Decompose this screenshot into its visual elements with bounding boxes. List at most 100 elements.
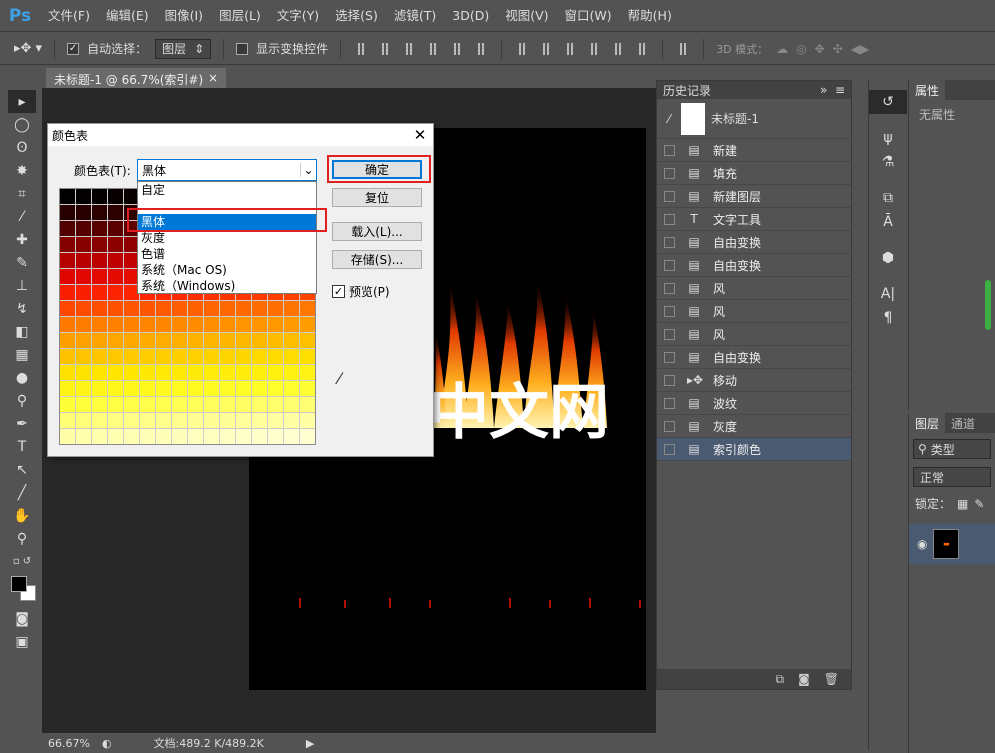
history-checkbox[interactable] — [664, 397, 675, 409]
zoom-tool-icon[interactable]: ⚲ — [8, 527, 36, 550]
menu-file[interactable]: 文件(F) — [40, 0, 98, 32]
color-swatch[interactable] — [76, 333, 91, 348]
history-row[interactable]: ▤ 风 — [657, 277, 851, 300]
tab-channels[interactable]: 通道 — [945, 413, 981, 433]
camera-icon[interactable]: ◙ — [798, 672, 810, 686]
color-swatch[interactable] — [188, 381, 203, 396]
color-swatch[interactable] — [60, 285, 75, 300]
history-row[interactable]: ▤ 风 — [657, 300, 851, 323]
color-swatch[interactable] — [204, 381, 219, 396]
color-swatch[interactable] — [252, 381, 267, 396]
roll-3d-icon[interactable]: ◎ — [796, 42, 806, 56]
menu-edit[interactable]: 编辑(E) — [98, 0, 157, 32]
history-checkbox[interactable] — [664, 167, 675, 179]
history-panel-icon[interactable]: ↺ — [869, 90, 907, 114]
color-swatch[interactable] — [268, 333, 283, 348]
history-row[interactable]: ▤ 索引颜色 — [657, 438, 851, 461]
color-swatch[interactable] — [188, 301, 203, 316]
color-swatch[interactable] — [108, 381, 123, 396]
save-button[interactable]: 存储(S)... — [332, 250, 422, 269]
color-swatch[interactable] — [268, 301, 283, 316]
history-checkbox[interactable] — [664, 374, 675, 386]
eyedropper-icon[interactable]: ⁄ — [338, 369, 341, 388]
color-swatch[interactable] — [284, 333, 299, 348]
color-swatch[interactable] — [124, 413, 139, 428]
color-swatch[interactable] — [204, 429, 219, 444]
option-system-mac[interactable]: 系统（Mac OS) — [138, 262, 316, 278]
color-swatch[interactable] — [268, 381, 283, 396]
color-swatch[interactable] — [108, 349, 123, 364]
history-row[interactable]: ▤ 填充 — [657, 162, 851, 185]
color-swatch[interactable] — [92, 285, 107, 300]
brush-tool-icon[interactable]: ✎ — [8, 251, 36, 274]
color-swatch[interactable] — [76, 205, 91, 220]
color-swatch[interactable] — [300, 349, 315, 364]
color-swatch[interactable] — [284, 317, 299, 332]
color-swatch[interactable] — [140, 413, 155, 428]
distribute-top-icon[interactable] — [514, 42, 530, 56]
color-swatch[interactable] — [124, 381, 139, 396]
option-grayscale[interactable]: 灰度 — [138, 230, 316, 246]
color-swatch[interactable] — [124, 349, 139, 364]
color-swatch[interactable] — [252, 429, 267, 444]
color-swatch[interactable] — [108, 205, 123, 220]
color-swatch[interactable] — [204, 301, 219, 316]
color-swatch[interactable] — [188, 413, 203, 428]
color-swatch[interactable] — [188, 365, 203, 380]
color-swatch[interactable] — [284, 429, 299, 444]
gradient-tool-icon[interactable]: ▦ — [8, 343, 36, 366]
color-swatch[interactable] — [236, 381, 251, 396]
properties-tab[interactable]: 属性 — [909, 80, 946, 100]
type-tool-icon[interactable]: T — [8, 435, 36, 458]
color-swatch[interactable] — [76, 237, 91, 252]
color-swatch[interactable] — [220, 333, 235, 348]
color-swatch[interactable] — [156, 381, 171, 396]
layer-row[interactable]: ◉ ▬ — [909, 524, 995, 564]
color-swatch[interactable] — [284, 349, 299, 364]
color-swatch[interactable] — [220, 301, 235, 316]
close-icon[interactable]: ✕ — [407, 126, 433, 144]
healing-brush-icon[interactable]: ✚ — [8, 228, 36, 251]
brush-panel-icon[interactable]: ψ — [869, 126, 907, 150]
trash-icon[interactable]: 🗑 — [824, 672, 839, 686]
color-swatch[interactable] — [156, 317, 171, 332]
pen-tool-icon[interactable]: ✒ — [8, 412, 36, 435]
color-swatch[interactable] — [236, 397, 251, 412]
color-swatch[interactable] — [188, 429, 203, 444]
hand-tool-icon[interactable]: ✋ — [8, 504, 36, 527]
color-swatch[interactable] — [220, 413, 235, 428]
color-swatch[interactable] — [236, 365, 251, 380]
menu-help[interactable]: 帮助(H) — [620, 0, 680, 32]
color-swatch[interactable] — [140, 381, 155, 396]
blend-mode-select[interactable]: 正常 — [913, 467, 991, 487]
align-top-icon[interactable] — [353, 42, 369, 56]
color-swatch[interactable] — [60, 381, 75, 396]
color-swatch[interactable] — [108, 285, 123, 300]
preview-option[interactable]: ✓ 预览(P) — [332, 283, 390, 300]
layer-filter[interactable]: ⚲ 类型 — [913, 439, 991, 459]
preview-checkbox[interactable]: ✓ — [332, 285, 345, 298]
color-swatch[interactable] — [172, 429, 187, 444]
color-swatch[interactable] — [92, 397, 107, 412]
reset-button[interactable]: 复位 — [332, 188, 422, 207]
history-row[interactable]: ▤ 风 — [657, 323, 851, 346]
align-bottom-icon[interactable] — [401, 42, 417, 56]
color-swatch[interactable] — [220, 397, 235, 412]
color-swatch[interactable] — [188, 317, 203, 332]
color-swatch[interactable] — [124, 333, 139, 348]
color-swatch[interactable] — [92, 189, 107, 204]
lasso-tool-icon[interactable]: ʘ — [8, 136, 36, 159]
color-swatch[interactable] — [108, 253, 123, 268]
color-swatches[interactable] — [8, 573, 36, 607]
color-swatch[interactable] — [76, 301, 91, 316]
color-swatch[interactable] — [92, 413, 107, 428]
visibility-eye-icon[interactable]: ◉ — [917, 537, 927, 551]
menu-filter[interactable]: 滤镜(T) — [386, 0, 444, 32]
history-checkbox[interactable] — [664, 190, 675, 202]
color-swatch[interactable] — [108, 365, 123, 380]
color-swatch[interactable] — [236, 333, 251, 348]
color-swatch[interactable] — [108, 429, 123, 444]
color-swatch[interactable] — [92, 301, 107, 316]
color-swatch[interactable] — [76, 285, 91, 300]
color-swatch[interactable] — [60, 429, 75, 444]
